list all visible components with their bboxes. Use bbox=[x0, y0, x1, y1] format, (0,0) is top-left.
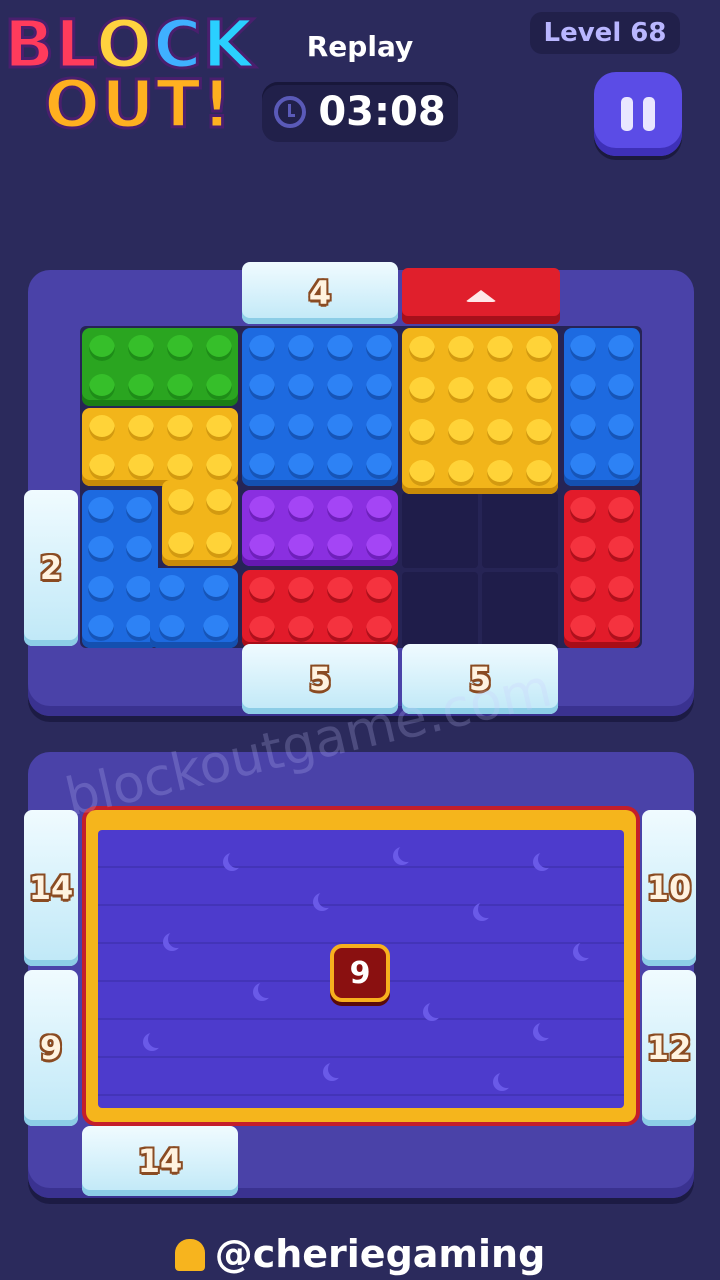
purple-block[interactable] bbox=[242, 490, 398, 566]
ice-gate: 12 bbox=[642, 970, 696, 1126]
timer: 03:08 bbox=[262, 82, 458, 142]
red-block[interactable] bbox=[564, 490, 640, 648]
red-block[interactable] bbox=[242, 570, 398, 648]
blue-l-block[interactable] bbox=[82, 490, 158, 648]
creator-handle: @cheriegaming bbox=[0, 1232, 720, 1276]
bell-icon bbox=[174, 1239, 205, 1271]
ice-gate: 14 bbox=[24, 810, 78, 966]
timer-value: 03:08 bbox=[318, 89, 446, 135]
yellow-l-block[interactable] bbox=[82, 408, 238, 486]
blue-block[interactable] bbox=[242, 328, 398, 486]
blue-block[interactable] bbox=[564, 328, 640, 486]
ice-gate: 2 bbox=[24, 490, 78, 646]
ice-gate: 9 bbox=[24, 970, 78, 1126]
pause-button[interactable] bbox=[594, 72, 682, 156]
empty-cell bbox=[402, 572, 478, 648]
level-indicator: Level 68 bbox=[530, 12, 680, 54]
game-logo: BLOCK OUT! bbox=[2, 5, 255, 145]
pause-icon bbox=[621, 97, 633, 131]
arrow-up-icon bbox=[465, 290, 497, 302]
clock-icon bbox=[274, 96, 307, 128]
green-block[interactable] bbox=[82, 328, 238, 406]
ice-gate: 10 bbox=[642, 810, 696, 966]
yellow-block[interactable] bbox=[402, 328, 558, 494]
ice-gate: 14 bbox=[82, 1126, 238, 1196]
mode-label: Replay bbox=[306, 30, 414, 63]
empty-cell bbox=[402, 492, 478, 568]
ice-gate: 4 bbox=[242, 262, 398, 324]
target-count-badge: 9 bbox=[330, 944, 390, 1002]
red-exit-gate bbox=[402, 268, 560, 324]
empty-cell bbox=[482, 492, 558, 568]
yellow-l-block-stem[interactable] bbox=[162, 480, 238, 566]
empty-cell bbox=[482, 572, 558, 648]
blue-l-block-foot[interactable] bbox=[150, 568, 238, 648]
